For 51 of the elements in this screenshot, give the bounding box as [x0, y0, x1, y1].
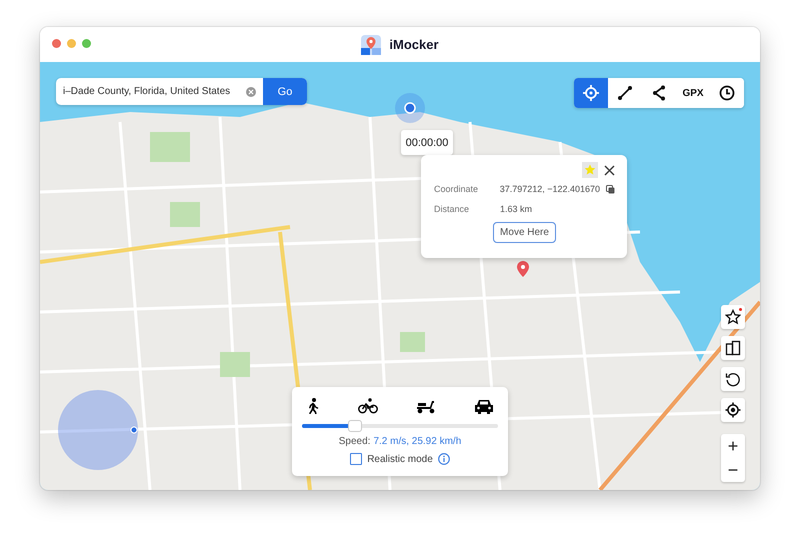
app-logo-icon — [361, 34, 382, 54]
park-area — [150, 132, 190, 162]
distance-value: 1.63 km — [500, 204, 532, 214]
route-mode-button[interactable] — [608, 78, 642, 108]
go-button[interactable]: Go — [263, 78, 307, 105]
realistic-mode-label: Realistic mode — [367, 454, 433, 464]
park-area — [400, 332, 425, 352]
distance-label: Distance — [434, 204, 470, 214]
window-title: iMocker — [389, 37, 439, 52]
destination-pin-icon — [517, 261, 529, 277]
info-icon[interactable] — [438, 453, 450, 465]
bicycle-icon[interactable] — [358, 398, 378, 414]
copy-icon[interactable] — [606, 184, 615, 194]
timer-label: 00:00:00 — [401, 130, 453, 155]
scooter-icon[interactable] — [416, 398, 436, 414]
star-icon — [725, 309, 741, 325]
search-text: i–Dade County, Florida, United States — [62, 86, 232, 97]
zoom-out-button[interactable]: − — [721, 458, 745, 482]
reset-icon — [725, 371, 741, 387]
zoom-in-button[interactable]: + — [721, 434, 745, 458]
crosshair-icon — [583, 85, 599, 101]
speed-value: 7.2 m/s, 25.92 km/h — [373, 436, 462, 447]
clock-mode-button[interactable] — [710, 78, 744, 108]
route-icon — [617, 85, 633, 101]
move-here-button[interactable]: Move Here — [493, 222, 556, 243]
multi-stop-icon — [651, 85, 667, 101]
locate-button[interactable] — [721, 398, 745, 422]
walking-icon[interactable] — [306, 398, 320, 414]
park-area — [170, 202, 200, 227]
gpx-button[interactable]: GPX — [676, 78, 710, 108]
screens-button[interactable] — [721, 336, 745, 360]
reset-button[interactable] — [721, 367, 745, 391]
speed-label: Speed: — [338, 436, 370, 447]
notification-dot — [739, 308, 742, 311]
crosshair-mode-button[interactable] — [574, 78, 608, 108]
close-button[interactable] — [52, 39, 61, 48]
car-icon[interactable] — [474, 398, 494, 414]
coordinate-label: Coordinate — [434, 184, 480, 194]
close-icon[interactable] — [604, 164, 615, 176]
phone-screens-icon — [725, 340, 741, 356]
slider-handle[interactable] — [348, 420, 362, 432]
star-button[interactable] — [721, 305, 745, 329]
current-location-marker — [395, 93, 425, 123]
crosshair-icon — [725, 402, 741, 418]
clear-icon[interactable] — [246, 86, 256, 96]
park-area — [220, 352, 250, 377]
search-field[interactable]: i–Dade County, Florida, United States Go — [56, 78, 307, 105]
clock-icon — [719, 85, 735, 101]
star-icon — [584, 164, 596, 176]
realistic-mode-checkbox[interactable] — [350, 453, 362, 465]
coordinate-value: 37.797212, −122.401670 — [500, 184, 600, 194]
